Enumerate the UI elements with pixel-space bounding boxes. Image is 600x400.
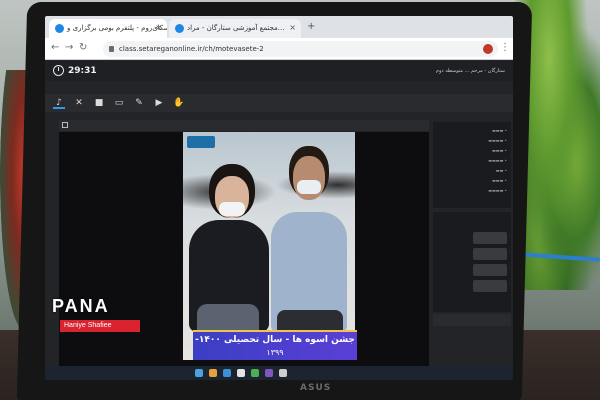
chrome-icon[interactable] — [251, 369, 259, 377]
skyroom-favicon-icon — [55, 24, 64, 33]
student-man-mask — [297, 180, 321, 194]
school-logo-icon — [187, 136, 215, 148]
profile-avatar-icon[interactable] — [483, 44, 493, 54]
chat-input[interactable] — [433, 314, 511, 326]
folder-icon[interactable] — [209, 369, 217, 377]
chat-message — [473, 264, 507, 276]
ceremony-banner: جشن اسوه ها - سال تحصیلی ۱۴۰۰- ۱۳۹۹ — [193, 330, 357, 360]
lock-icon — [109, 46, 114, 52]
screen-share-icon[interactable]: ▭ — [113, 97, 125, 109]
browser-tabstrip: اسکای‌روم - پلتفرم بومی برگزاری و... × م… — [45, 16, 513, 38]
class-title: ستارگان - مرحم ... متوسطه دوم — [435, 68, 505, 74]
participant-row[interactable]: ▬▬▬▬ • — [488, 138, 507, 143]
chat-panel — [433, 212, 511, 312]
laptop-brand: ASUS — [300, 383, 332, 393]
camera-icon[interactable]: ■ — [93, 97, 105, 109]
participant-row[interactable]: ▬▬▬ • — [492, 128, 507, 133]
photographer-credit: Haniye Shafiee — [60, 320, 140, 332]
expand-icon[interactable] — [62, 122, 68, 128]
video-background-people — [183, 150, 355, 220]
main-panel-header — [59, 120, 429, 131]
browser-tab-skyroom[interactable]: اسکای‌روم - پلتفرم بومی برگزاری و... × — [49, 19, 167, 38]
banner-year: ۱۳۹۹ — [266, 348, 284, 357]
close-icon[interactable]: × — [289, 23, 296, 32]
store-icon[interactable] — [237, 369, 245, 377]
reload-icon[interactable]: ↻ — [79, 42, 87, 53]
shared-video — [183, 132, 355, 360]
participant-row[interactable]: ▬▬▬▬ • — [488, 158, 507, 163]
tab-label: اسکای‌روم - پلتفرم بومی برگزاری و... — [67, 24, 167, 32]
raise-hand-icon[interactable]: ✋ — [173, 97, 185, 109]
pana-logo: PANA — [52, 296, 110, 316]
tab-label: مجتمع آموزشی ستارگان - مراد... — [187, 24, 285, 32]
school-favicon-icon — [175, 24, 184, 33]
address-bar: ← → ↻ class.setareganonline.ir/ch/moteva… — [45, 38, 513, 60]
forward-arrow-icon[interactable]: → — [65, 42, 73, 53]
speaker-icon[interactable]: ♪ — [53, 97, 65, 109]
windows-taskbar — [45, 366, 513, 380]
class-header: 29:31 ستارگان - مرحم ... متوسطه دوم — [45, 61, 513, 81]
back-arrow-icon[interactable]: ← — [51, 42, 59, 53]
url-input[interactable]: class.setareganonline.ir/ch/motevasete-2 — [103, 41, 498, 57]
new-tab-icon[interactable]: + — [307, 21, 315, 32]
participant-row[interactable]: ▬▬▬▬ • — [488, 188, 507, 193]
participants-panel: ▬▬▬ • ▬▬▬▬ • ▬▬▬ • ▬▬▬▬ • ▬▬ • ▬▬▬ • ▬▬▬… — [433, 122, 511, 208]
session-timer: 29:31 — [68, 66, 97, 76]
pana-watermark: PANA Haniye Shafiee — [52, 296, 144, 336]
participant-row[interactable]: ▬▬▬ • — [492, 178, 507, 183]
chat-message — [473, 248, 507, 260]
menu-dots-icon[interactable]: ⋮ — [500, 42, 510, 53]
pen-icon[interactable]: ✎ — [133, 97, 145, 109]
student-girl-mask — [219, 202, 245, 216]
start-icon[interactable] — [195, 369, 203, 377]
edge-icon[interactable] — [223, 369, 231, 377]
participant-row[interactable]: ▬▬ • — [496, 168, 507, 173]
media-icon[interactable]: ▶ — [153, 97, 165, 109]
close-icon[interactable]: × — [155, 23, 162, 32]
url-text: class.setareganonline.ir/ch/motevasete-2 — [119, 45, 264, 53]
participant-row[interactable]: ▬▬▬ • — [492, 148, 507, 153]
browser-tab-school[interactable]: مجتمع آموزشی ستارگان - مراد... × — [169, 19, 301, 38]
app-icon[interactable] — [265, 369, 273, 377]
mic-muted-icon[interactable]: ✕ — [73, 97, 85, 109]
clock-icon — [53, 65, 64, 76]
classroom-toolbar: ♪ ✕ ■ ▭ ✎ ▶ ✋ — [45, 94, 513, 112]
chat-message — [473, 232, 507, 244]
app-icon[interactable] — [279, 369, 287, 377]
banner-title: جشن اسوه ها - سال تحصیلی ۱۴۰۰- — [195, 335, 355, 345]
chat-message — [473, 280, 507, 292]
